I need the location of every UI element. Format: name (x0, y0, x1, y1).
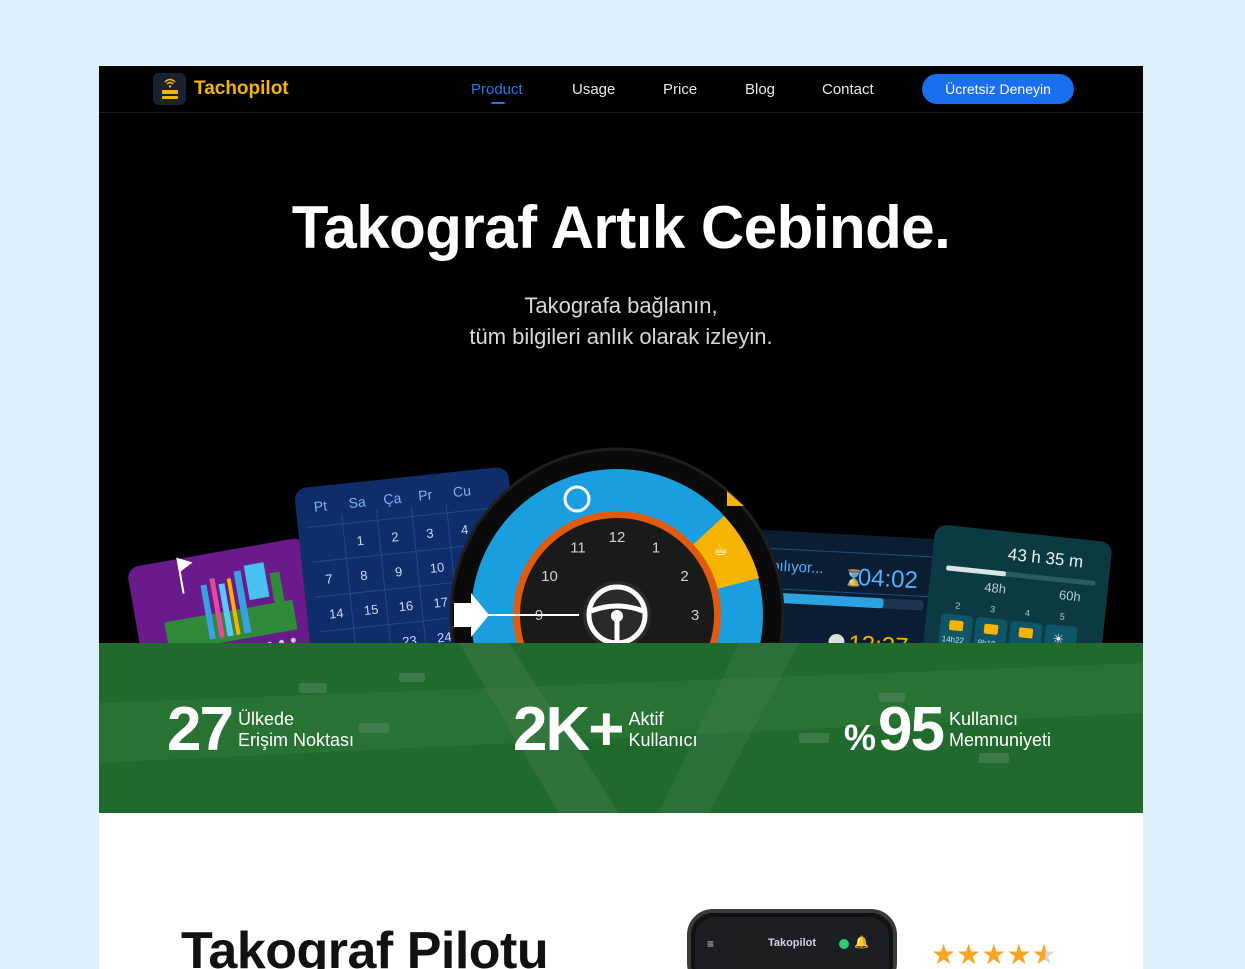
coffee-icon: ☕ (713, 540, 728, 560)
stat-number: 27 (167, 695, 234, 764)
dial-hour-number: 11 (570, 540, 586, 557)
stat-number: 2K+ (513, 695, 624, 764)
stat-label: Aktif Kullanıcı (628, 709, 697, 751)
stat-label-line1: Aktif (628, 709, 664, 729)
sun-icon: ☀ (1052, 632, 1065, 643)
summary-value-1: 14h22 (941, 634, 965, 643)
status-timer: 04:02 (857, 564, 918, 594)
star-icon: ★ (931, 939, 957, 969)
nav-link-usage[interactable]: Usage (572, 81, 615, 98)
dial-hour-number: 3 (691, 607, 699, 624)
dial-hour-number: 1 (652, 540, 660, 557)
stat-label-line1: Kullanıcı (948, 709, 1019, 729)
star-icon: ★ (956, 939, 982, 969)
stat-label-line2: Kullanıcı (628, 730, 698, 750)
nav-link-price[interactable]: Price (663, 81, 697, 98)
phone-mockup: ≡ Takopilot 🔔 (687, 909, 897, 969)
briefcase-icon (948, 620, 964, 632)
summary-day-2: 2 (955, 600, 961, 610)
stat-prefix: % (844, 717, 877, 758)
nav-link-contact[interactable]: Contact (822, 81, 874, 98)
calendar-weekday: Pr (417, 486, 433, 503)
calendar-weekday: Cu (452, 482, 471, 500)
calendar-weekday: Sa (348, 493, 367, 511)
star-icon: ★ (981, 939, 1007, 969)
calendar-day: 16 (398, 598, 414, 614)
dial-hour-number: 12 (609, 529, 626, 546)
stat-label-line1: Ülkede (237, 709, 294, 729)
stat-label-line2: Memnuniyeti (948, 730, 1052, 750)
stat-label-line2: Erişim Noktası (237, 730, 354, 750)
phone-screen: ≡ Takopilot 🔔 (695, 917, 889, 969)
section-title: Takograf Pilotu (181, 922, 549, 969)
bell-icon: 🔔 (854, 935, 869, 949)
brand-name: Tachopilot (194, 78, 289, 99)
status-dot-icon (839, 939, 849, 949)
top-navbar: Tachopilot Product Usage Price Blog Cont… (99, 66, 1143, 113)
stat-label: Kullanıcı Memnuniyeti (949, 709, 1051, 751)
calendar-day: 15 (363, 602, 379, 618)
calendar-day: 23 (402, 633, 418, 643)
hourglass-icon: ⌛ (843, 568, 864, 588)
summary-card: 43 h 35 m 48h 60h 2 3 4 5 ☀ 14h22 9h18 (921, 525, 1112, 643)
nav-link-blog[interactable]: Blog (745, 81, 775, 98)
star-icon: ★ (1006, 939, 1032, 969)
calendar-day: 24 (436, 629, 452, 643)
calendar-weekday: Pt (313, 497, 328, 514)
stat-number: 95 (878, 695, 945, 764)
briefcase-icon (1018, 627, 1034, 639)
calendar-day: 10 (429, 559, 445, 575)
nav-link-product[interactable]: Product (471, 81, 523, 98)
dial-hour-number: 10 (541, 568, 558, 585)
summary-mid: 48h (984, 579, 1007, 596)
app-screens-illustration: 9 12 15 18 PtSaÇaPrCu 123478910141516171… (128, 447, 1112, 643)
dial-hour-number: 2 (680, 568, 688, 585)
summary-day-5: 5 (1059, 611, 1065, 621)
summary-day-3: 3 (990, 604, 996, 614)
product-section: Takograf Pilotu ≡ Takopilot 🔔 ★ ★ ★ ★ ★ (99, 813, 1143, 969)
briefcase-icon (983, 623, 999, 635)
stat-users: 2K+ Aktif Kullanıcı (513, 699, 698, 761)
stat-satisfaction: % 95 Kullanıcı Memnuniyeti (844, 699, 1051, 761)
stats-band: 27 Ülkede Erişim Noktası 2K+ Aktif Kulla… (99, 643, 1143, 813)
star-rating: ★ ★ ★ ★ ★ (931, 941, 1057, 969)
free-trial-button[interactable]: Ücretsiz Deneyin (922, 74, 1074, 104)
tachograph-logo-icon (153, 73, 186, 105)
calendar-day: 17 (433, 594, 449, 610)
brand-logo[interactable]: Tachopilot (153, 73, 289, 105)
hero-section: Takograf Artık Cebinde. Takografa bağlan… (99, 113, 1143, 643)
stat-label: Ülkede Erişim Noktası (238, 709, 354, 751)
summary-max: 60h (1058, 587, 1081, 604)
summary-day-4: 4 (1024, 608, 1030, 618)
stat-countries: 27 Ülkede Erişim Noktası (167, 699, 354, 761)
calendar-weekday: Ça (383, 490, 403, 508)
half-star-icon: ★ (1031, 939, 1057, 969)
active-nav-indicator (491, 102, 505, 104)
status-clock: 13:37 (848, 631, 909, 643)
calendar-day: 14 (328, 605, 344, 621)
page-frame: Tachopilot Product Usage Price Blog Cont… (99, 66, 1143, 969)
